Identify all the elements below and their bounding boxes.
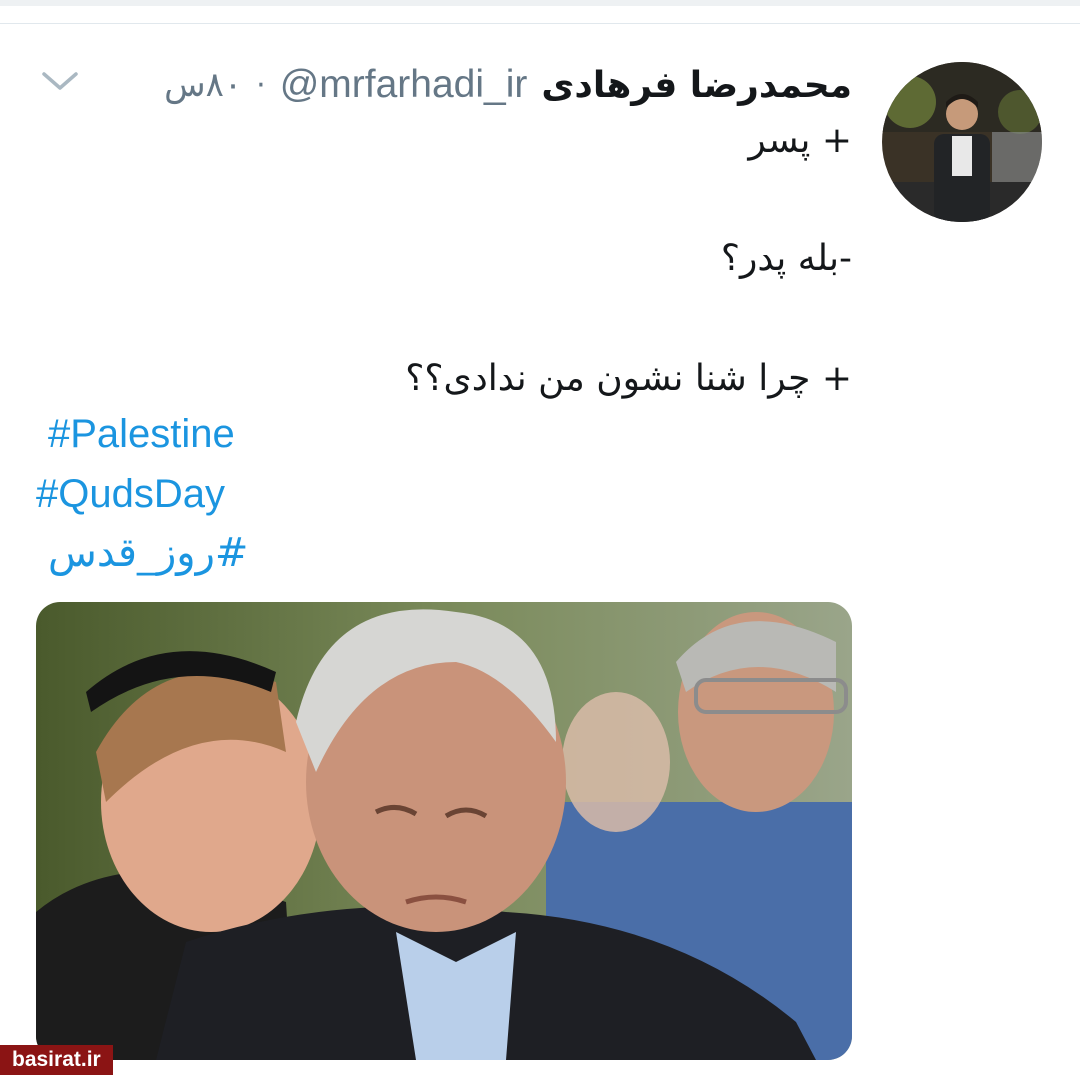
- hashtag-link[interactable]: #QudsDay: [36, 472, 225, 517]
- avatar-photo: [882, 62, 1042, 222]
- user-handle[interactable]: @mrfarhadi_ir: [280, 63, 528, 107]
- tweet-text-line: + چرا شنا نشون من ندادی؟؟: [405, 358, 852, 399]
- tweet-media-photo[interactable]: [36, 602, 852, 1060]
- site-watermark: basirat.ir: [0, 1045, 113, 1075]
- timestamp[interactable]: ۸۰س: [164, 65, 242, 105]
- avatar[interactable]: [882, 62, 1042, 222]
- chevron-down-icon: [42, 72, 78, 90]
- top-divider: [0, 0, 1080, 24]
- tweet-header: محمدرضا فرهادی @mrfarhadi_ir · ۸۰س: [164, 60, 852, 110]
- hashtag-link[interactable]: #روز_قدس: [48, 530, 248, 576]
- tweet-card[interactable]: محمدرضا فرهادی @mrfarhadi_ir · ۸۰س + پسر…: [0, 24, 1080, 1075]
- photo-image: [36, 602, 852, 1060]
- separator-dot: ·: [256, 67, 266, 103]
- display-name[interactable]: محمدرضا فرهادی: [541, 65, 852, 106]
- tweet-text-line: + پسر: [748, 120, 852, 161]
- tweet-text-line: -بله پدر؟: [720, 238, 852, 279]
- hashtag-link[interactable]: #Palestine: [48, 412, 235, 457]
- tweet-menu-button[interactable]: [40, 66, 80, 96]
